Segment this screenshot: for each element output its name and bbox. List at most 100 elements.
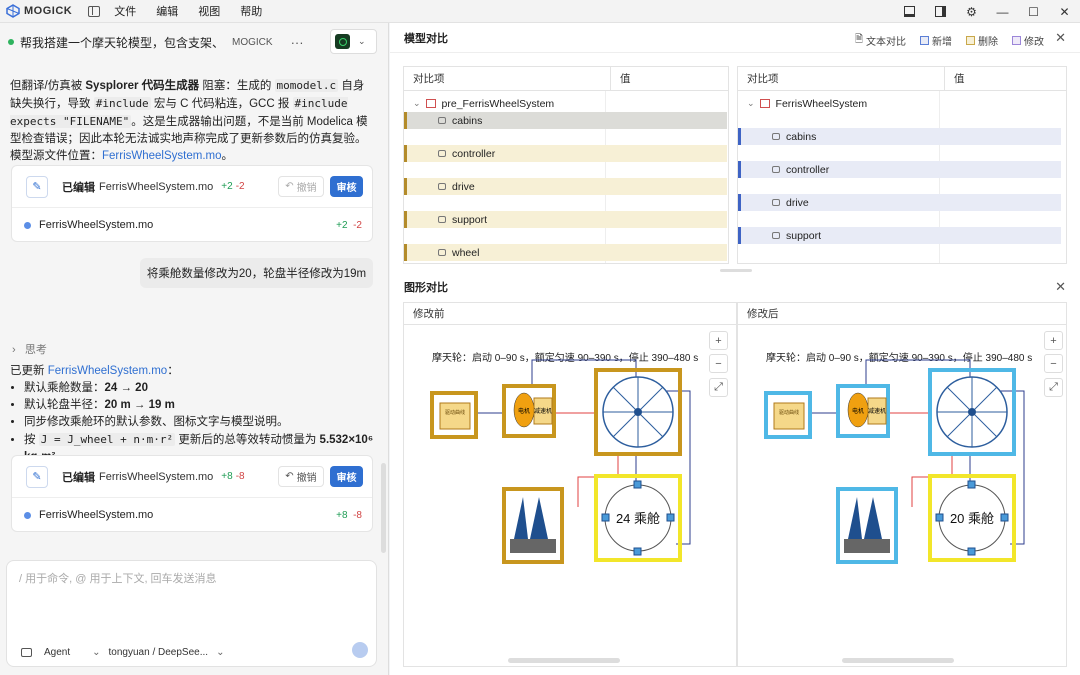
tree-root[interactable]: ⌄ pre_FerrisWheelSystem [413,95,554,112]
menu-view[interactable]: 视图 [198,3,220,19]
tree-table-before: 对比项 值 ⌄ pre_FerrisWheelSystem cabins cont… [403,66,729,264]
component-icon [772,166,780,173]
undo-button[interactable]: ↶ 撤销 [278,466,324,487]
component-icon [438,216,446,223]
model-diagram-before: 摩天轮：启动 0–90 s，额定匀速 90–390 s，停止 390–480 s… [430,351,698,564]
tree-row-cabins[interactable]: cabins [738,128,1061,145]
composer-placeholder: / 用于命令, @ 用于上下文, 回车发送消息 [19,573,217,585]
item-label: 同步修改乘舱环的默认参数、图标文字与模型说明。 [24,416,289,428]
tree-row-controller[interactable]: controller [738,161,1061,178]
added-swatch [920,36,929,45]
tree-item-label: drive [786,196,809,209]
connector-icon [967,480,976,489]
tree-row-cabins[interactable]: cabins [404,112,727,129]
app-logo: MOGICK [6,4,72,18]
motor-label: 电机 [518,407,530,415]
diagram-hscrollbar[interactable] [842,658,954,663]
file-link[interactable]: FerrisWheelSystem.mo [48,365,168,377]
tree-row-controller[interactable]: controller [404,145,727,162]
diff-count: +2 -2 [336,220,362,231]
tree-row-support[interactable]: support [404,211,727,228]
settings-gear-icon[interactable]: ⚙ [956,0,987,23]
conversation-title[interactable]: 帮我搭建一个摩天轮模型，包含支架、... [20,34,224,51]
reducer-label: 减速机 [534,407,552,415]
edit-label: 已编辑 [62,181,95,194]
connector-icon [967,547,976,556]
tree-row-drive[interactable]: drive [738,194,1061,211]
edit-file-icon: ✎ [26,465,48,488]
message-composer[interactable]: / 用于命令, @ 用于上下文, 回车发送消息 Agent ⌄ tongyuan… [6,560,377,667]
agent-selector[interactable]: ⌄ [330,29,377,54]
model-icon [759,99,770,108]
undo-button[interactable]: ↶ 撤销 [278,176,324,197]
tree-row-drive[interactable]: drive [404,178,727,195]
minimize-icon[interactable]: — [987,0,1018,23]
modelica-file-icon [24,511,31,519]
close-model-compare-icon[interactable]: ✕ [1055,30,1066,46]
menu-file[interactable]: 文件 [114,3,136,19]
send-button[interactable] [352,642,368,658]
additions-count: +8 [221,471,233,482]
additions-count: +2 [336,219,348,231]
model-selector[interactable]: tongyuan / DeepSee... [109,647,209,658]
component-icon [438,150,446,157]
connector-icon [935,513,944,522]
tree-root[interactable]: ⌄ FerrisWheelSystem [747,95,867,112]
deletions-count: -8 [353,509,362,521]
sidebar-toggle-icon[interactable] [88,5,101,17]
connector-icon [601,513,610,522]
chevron-down-icon: ⌄ [358,36,366,46]
model-compare-title: 模型对比 [404,32,448,45]
thinking-label: 思考 [24,344,47,356]
update-message: 已更新 FerrisWheelSystem.mo： 默认乘舱数量：24 → 20… [10,363,375,466]
column-header-item: 对比项 [413,73,445,85]
table-splitter[interactable] [720,269,752,272]
modified-swatch [1012,36,1021,45]
legend-label: 新增 [932,37,952,48]
wheel-hub-icon [634,408,642,416]
msg-text: 宏与 C 代码粘连，GCC 报 [150,98,293,110]
tree-root-label: pre_FerrisWheelSystem [441,97,555,110]
diagram-caption: 摩天轮：启动 0–90 s，额定匀速 90–390 s，停止 390–480 s [432,351,698,364]
changed-file-row[interactable]: FerrisWheelSystem.mo +2 -2 [12,208,372,242]
diff-legend: 🗎 文本对比 新增 删除 修改 [855,32,1044,49]
tree-row-support[interactable]: support [738,227,1061,244]
component-icon [772,232,780,239]
review-button[interactable]: 审核 [330,176,363,197]
menu-edit[interactable]: 编辑 [156,3,178,19]
deletions-count: -8 [235,471,245,482]
text-compare-button[interactable]: 🗎 文本对比 [855,32,906,49]
title-bar: MOGICK 文件 编辑 视图 帮助 ⚙ — ☐ ✕ [0,0,1080,23]
tree-item-label: drive [452,180,475,193]
maximize-icon[interactable]: ☐ [1018,0,1049,23]
layout-bottom-icon[interactable] [894,0,925,23]
layout-right-icon[interactable] [925,0,956,23]
deleted-swatch [966,36,975,45]
edit-filename: FerrisWheelSystem.mo [99,470,214,483]
close-graphic-compare-icon[interactable]: ✕ [1055,279,1066,295]
msg-text: 但翻译/仿真被 [10,80,86,92]
chat-scrollbar[interactable] [381,463,386,553]
diagram-hscrollbar[interactable] [508,658,620,663]
tower-icon [514,497,528,539]
close-window-icon[interactable]: ✕ [1049,0,1080,23]
column-header-item: 对比项 [747,73,779,85]
user-message: 将乘舱数量修改为20，轮盘半径修改为19m [140,258,373,288]
menu-help[interactable]: 帮助 [240,3,262,19]
review-button[interactable]: 审核 [330,466,363,487]
file-link[interactable]: FerrisWheelSystem.mo [102,150,222,162]
edit-filename: FerrisWheelSystem.mo [99,180,214,193]
formula-code: J = J_wheel + n·m·r² [38,433,176,446]
more-options-icon[interactable]: ··· [291,35,304,50]
changed-file-row[interactable]: FerrisWheelSystem.mo +8 -8 [12,498,372,532]
tree-item-label: support [786,229,822,242]
mode-selector[interactable]: Agent [44,647,70,658]
base-icon [510,539,556,553]
undo-icon: ↶ [285,471,294,482]
tree-row-wheel[interactable]: wheel [404,244,727,261]
graphic-compare-header: 图形对比 ✕ [390,275,1080,299]
additions-count: +2 [221,181,233,192]
thinking-toggle[interactable]: › 思考 [12,341,47,357]
briefcase-icon [21,648,32,657]
drive-curve-label: 驱动曲线 [779,409,799,416]
